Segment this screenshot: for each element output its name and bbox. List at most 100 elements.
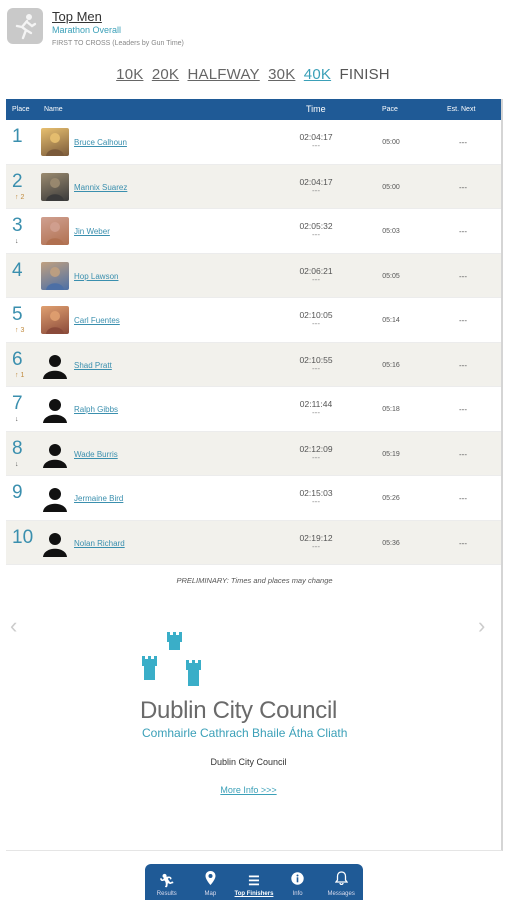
time-cell: 02:04:17 --- [286, 177, 346, 195]
runner-name-link[interactable]: Nolan Richard [74, 539, 125, 548]
place-change: ↑ 1 [15, 371, 25, 379]
time-sub: --- [312, 230, 320, 239]
avatar-placeholder-icon [41, 351, 69, 379]
time-sub: --- [312, 363, 320, 373]
tab-messages[interactable]: Messages [319, 864, 363, 900]
table-row[interactable]: 1 Bruce Calhoun 02:04:17 --- 05:00 --- [6, 120, 501, 165]
more-info-link[interactable]: More Info >>> [0, 785, 497, 795]
pace-value: 05:18 [382, 406, 400, 413]
place-number: 8 [12, 437, 23, 459]
est-next-value: --- [459, 138, 467, 147]
chevron-left-icon[interactable]: ‹ [10, 613, 17, 639]
map-pin-icon [205, 871, 216, 888]
page-note: FIRST TO CROSS (Leaders by Gun Time) [52, 40, 184, 47]
avatar-placeholder-icon [41, 529, 69, 557]
runner-name-link[interactable]: Jermaine Bird [74, 494, 123, 503]
place-number: 9 [12, 482, 23, 503]
split-40k[interactable]: 40K [304, 66, 331, 83]
table-row[interactable]: 7 ↓ Ralph Gibbs 02:11:44 --- 05:18 --- [6, 387, 501, 432]
place-change: ↓ [15, 416, 19, 423]
time-sub: --- [312, 185, 320, 195]
place-number: 6 [12, 348, 23, 370]
sponsor-logo-main: Dublin City Council [140, 697, 338, 724]
pace-value: 05:03 [382, 228, 400, 235]
tab-info[interactable]: Info [276, 864, 320, 900]
col-pace: Pace [382, 106, 398, 113]
time-sub: --- [312, 274, 320, 284]
tab-label: Messages [327, 891, 355, 897]
time-cell: 02:04:17 --- [286, 132, 346, 150]
split-30k[interactable]: 30K [268, 66, 295, 83]
info-icon [291, 872, 304, 888]
tab-label: Top Finishers [234, 891, 274, 897]
time-sub: --- [312, 141, 320, 150]
pace-value: 05:00 [382, 139, 400, 146]
table-row[interactable]: 10 Nolan Richard 02:19:12 --- 05:36 --- [6, 520, 501, 565]
split-halfway[interactable]: HALFWAY [188, 66, 260, 83]
place-change: ↓ [15, 238, 19, 245]
tab-map[interactable]: Map [189, 864, 233, 900]
place-number: 1 [12, 126, 23, 147]
runner-photo [41, 128, 69, 156]
runner-name-link[interactable]: Mannix Suarez [74, 183, 127, 192]
pace-value: 05:16 [382, 361, 400, 369]
time-sub: --- [312, 497, 320, 506]
tab-top-finishers[interactable]: ☰ Top Finishers [232, 864, 276, 900]
pace-value: 05:05 [382, 272, 400, 280]
time-sub: --- [312, 408, 320, 417]
runner-name-link[interactable]: Hop Lawson [74, 272, 118, 281]
table-header: Place Name Time Pace Est. Next [6, 99, 501, 120]
pace-value: 05:00 [382, 183, 400, 191]
table-row[interactable]: 5 ↑ 3 Carl Fuentes 02:10:05 --- 05:14 --- [6, 298, 501, 343]
place-number: 5 [12, 304, 23, 325]
time-value: 02:06:21 [299, 265, 333, 276]
pace-value: 05:19 [382, 450, 400, 458]
sponsor-logo-sub: Comhairle Cathrach Bhaile Átha Cliath [142, 726, 348, 740]
sponsor-name: Dublin City Council [210, 757, 287, 767]
page-title[interactable]: Top Men [52, 9, 102, 24]
preliminary-note: PRELIMINARY: Times and places may change [176, 576, 333, 585]
table-row[interactable]: 9 Jermaine Bird 02:15:03 --- 05:26 --- [6, 476, 501, 521]
runner-name-link[interactable]: Wade Burris [74, 450, 118, 459]
pace-value: 05:36 [382, 539, 400, 547]
place-number: 4 [12, 259, 23, 281]
bottom-tab-bar: 🏃︎ Results Map ☰ Top Finishers Info Mess… [145, 864, 363, 900]
split-20k[interactable]: 20K [152, 66, 179, 83]
time-value: 02:19:12 [299, 532, 333, 543]
est-next-value: --- [459, 494, 467, 503]
table-row[interactable]: 4 Hop Lawson 02:06:21 --- 05:05 --- [6, 253, 501, 298]
results-list: 1 Bruce Calhoun 02:04:17 --- 05:00 --- 2 … [6, 120, 501, 565]
time-cell: 02:19:12 --- [286, 533, 346, 551]
table-row[interactable]: 6 ↑ 1 Shad Pratt 02:10:55 --- 05:16 --- [6, 342, 501, 387]
bell-icon [334, 871, 348, 888]
table-row[interactable]: 2 ↑ 2 Mannix Suarez 02:04:17 --- 05:00 --… [6, 164, 501, 209]
split-10k[interactable]: 10K [116, 66, 143, 83]
time-sub: --- [312, 541, 320, 551]
est-next-value: --- [459, 227, 467, 236]
col-place: Place [12, 106, 30, 113]
est-next-value: --- [459, 538, 467, 548]
time-value: 02:04:17 [299, 176, 333, 187]
chevron-right-icon[interactable]: › [478, 613, 485, 639]
place-change: ↑ 3 [15, 327, 25, 334]
runner-name-link[interactable]: Jin Weber [74, 227, 110, 236]
runner-name-link[interactable]: Shad Pratt [74, 361, 112, 370]
place-number: 3 [12, 215, 23, 236]
table-row[interactable]: 3 ↓ Jin Weber 02:05:32 --- 05:03 --- [6, 209, 501, 254]
col-name: Name [44, 106, 63, 113]
time-cell: 02:10:55 --- [286, 355, 346, 373]
runner-name-link[interactable]: Ralph Gibbs [74, 405, 118, 414]
sponsor-logo[interactable]: Dublin City Council Comhairle Cathrach B… [140, 628, 370, 743]
place-number: 2 [12, 170, 23, 192]
time-cell: 02:11:44 --- [286, 399, 346, 417]
col-time: Time [306, 104, 326, 114]
time-cell: 02:10:05 --- [286, 310, 346, 328]
tab-results[interactable]: 🏃︎ Results [145, 864, 189, 900]
runner-name-link[interactable]: Bruce Calhoun [74, 138, 127, 147]
table-row[interactable]: 8 ↓ Wade Burris 02:12:09 --- 05:19 --- [6, 431, 501, 476]
col-next: Est. Next [447, 106, 476, 113]
runner-photo [41, 217, 69, 245]
runner-name-link[interactable]: Carl Fuentes [74, 316, 120, 325]
time-cell: 02:06:21 --- [286, 266, 346, 284]
time-value: 02:12:09 [299, 443, 333, 454]
